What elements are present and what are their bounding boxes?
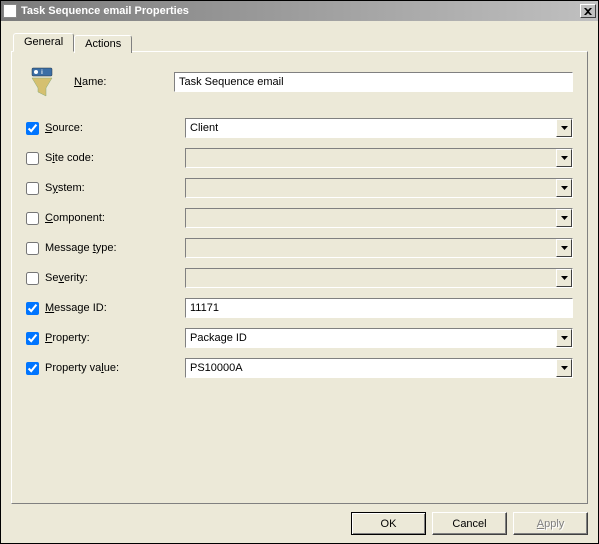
row-select[interactable]: Package ID: [185, 328, 573, 348]
row-checkbox[interactable]: [26, 152, 39, 165]
ok-button[interactable]: OK: [351, 512, 426, 535]
row-label: Site code:: [45, 152, 185, 164]
name-label: Name:: [74, 76, 174, 88]
form-row: Source:Client: [26, 118, 573, 138]
close-button[interactable]: [580, 4, 596, 18]
tab-panel-general: i Name: Source:Client Site code: System: Co…: [11, 51, 588, 504]
row-label: Severity:: [45, 272, 185, 284]
chevron-down-icon: [556, 149, 572, 167]
select-value: PS10000A: [186, 362, 556, 374]
chevron-down-icon: [556, 209, 572, 227]
filter-icon: i: [26, 66, 58, 98]
chevron-down-icon[interactable]: [556, 329, 572, 347]
dialog-window: Task Sequence email Properties General A…: [0, 0, 599, 544]
row-checkbox[interactable]: [26, 332, 39, 345]
row-text-wrap: [185, 298, 573, 318]
title-bar[interactable]: Task Sequence email Properties: [1, 1, 598, 21]
row-checkbox[interactable]: [26, 272, 39, 285]
row-checkbox[interactable]: [26, 302, 39, 315]
close-icon: [584, 8, 592, 15]
row-label: Message ID:: [45, 302, 185, 314]
row-select: [185, 178, 573, 198]
row-label: Source:: [45, 122, 185, 134]
form-row: Severity:: [26, 268, 573, 288]
row-select: [185, 268, 573, 288]
row-text-input[interactable]: [186, 302, 572, 314]
form-row: Component:: [26, 208, 573, 228]
tab-general[interactable]: General: [13, 33, 74, 52]
form-row: Property:Package ID: [26, 328, 573, 348]
tab-actions[interactable]: Actions: [74, 35, 132, 53]
button-row: OK Cancel Apply: [11, 504, 588, 535]
select-value: Client: [186, 122, 556, 134]
chevron-down-icon[interactable]: [556, 359, 572, 377]
row-label: System:: [45, 182, 185, 194]
row-select: [185, 238, 573, 258]
select-value: Package ID: [186, 332, 556, 344]
chevron-down-icon: [556, 269, 572, 287]
window-title: Task Sequence email Properties: [21, 5, 580, 17]
form-row: Property value:PS10000A: [26, 358, 573, 378]
row-select: [185, 208, 573, 228]
chevron-down-icon[interactable]: [556, 119, 572, 137]
row-label: Property:: [45, 332, 185, 344]
form-row: System:: [26, 178, 573, 198]
row-checkbox[interactable]: [26, 182, 39, 195]
row-checkbox[interactable]: [26, 212, 39, 225]
row-label: Component:: [45, 212, 185, 224]
tab-actions-label: Actions: [85, 38, 121, 50]
chevron-down-icon: [556, 179, 572, 197]
form-row: Message ID:: [26, 298, 573, 318]
name-row: i Name:: [26, 66, 573, 98]
row-checkbox[interactable]: [26, 242, 39, 255]
window-icon: [3, 4, 17, 18]
row-select: [185, 148, 573, 168]
name-input[interactable]: [174, 72, 573, 92]
row-checkbox[interactable]: [26, 122, 39, 135]
row-label: Property value:: [45, 362, 185, 374]
cancel-button[interactable]: Cancel: [432, 512, 507, 535]
tab-general-label: General: [24, 36, 63, 48]
row-select[interactable]: PS10000A: [185, 358, 573, 378]
row-checkbox[interactable]: [26, 362, 39, 375]
client-area: General Actions i Name: Source:ClientSit: [1, 21, 598, 543]
row-label: Message type:: [45, 242, 185, 254]
apply-button[interactable]: Apply: [513, 512, 588, 535]
form-row: Site code:: [26, 148, 573, 168]
form-row: Message type:: [26, 238, 573, 258]
tab-strip: General Actions: [13, 31, 588, 51]
chevron-down-icon: [556, 239, 572, 257]
row-select[interactable]: Client: [185, 118, 573, 138]
